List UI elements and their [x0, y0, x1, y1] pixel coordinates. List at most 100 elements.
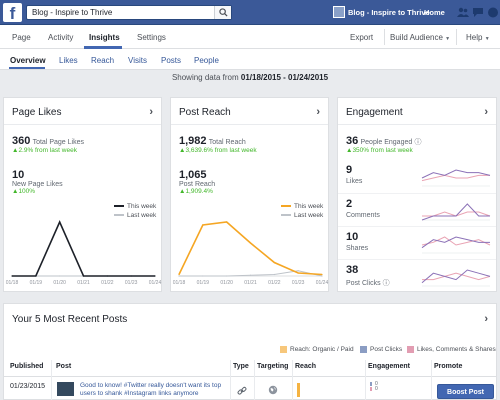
column-divider — [365, 360, 366, 400]
legend-reach: Reach: Organic / Paid — [280, 346, 354, 353]
engagement-row-comments[interactable]: 2 Comments — [338, 193, 496, 226]
sparkline-b — [421, 174, 490, 182]
likes-comments-shares-count: 0 — [375, 386, 378, 392]
engagement-values: 0 0 — [375, 382, 378, 392]
subtab-likes[interactable]: Likes — [59, 56, 78, 65]
header-published[interactable]: Published — [10, 363, 43, 370]
messages-icon[interactable] — [472, 7, 484, 18]
column-divider — [230, 360, 231, 400]
likes-comments-shares-bar — [370, 387, 372, 391]
x-tick-label: 01/24 — [316, 280, 329, 286]
legend-label: Reach: Organic / Paid — [290, 346, 354, 354]
column-divider — [51, 360, 52, 400]
legend-post-clicks: Post Clicks — [360, 346, 402, 353]
engagement-row-shares[interactable]: 10 Shares — [338, 226, 496, 259]
post-text-link[interactable]: Good to know! #Twitter really doesn't wa… — [80, 382, 230, 399]
nav-divider — [456, 29, 457, 45]
search-input[interactable]: Blog - Inspire to Thrive — [26, 5, 232, 20]
subtab-posts[interactable]: Posts — [161, 56, 181, 65]
subtab-reach[interactable]: Reach — [91, 56, 114, 65]
insights-subnav: Overview Likes Reach Visits Posts People — [0, 49, 500, 70]
x-tick-label: 01/18 — [173, 280, 186, 286]
chevron-right-icon[interactable]: › — [484, 313, 488, 325]
data-point — [154, 275, 156, 277]
data-point — [249, 242, 252, 244]
search-icon — [219, 8, 228, 17]
tab-settings[interactable]: Settings — [137, 33, 166, 42]
data-point — [130, 275, 132, 277]
recent-posts-panel: Your 5 Most Recent Posts › Reach: Organi… — [3, 303, 497, 400]
info-icon[interactable]: ⓘ — [415, 139, 422, 146]
sparkline-a — [421, 169, 491, 179]
tab-insights[interactable]: Insights — [89, 33, 120, 42]
boost-post-button[interactable]: Boost Post — [437, 384, 494, 399]
build-audience-menu[interactable]: Build Audience ▼ — [390, 33, 450, 42]
friend-requests-icon[interactable] — [457, 7, 469, 18]
page-avatar[interactable] — [333, 6, 345, 18]
data-point — [202, 224, 204, 226]
export-button[interactable]: Export — [350, 33, 373, 42]
x-tick-label: 01/21 — [77, 280, 90, 286]
data-point — [321, 273, 323, 276]
post-reach-chart: 01/18 01/19 01/20 01/21 01/22 01/23 01/24 — [173, 221, 329, 286]
column-divider — [431, 360, 432, 400]
legend-swatch — [360, 346, 367, 353]
column-divider — [292, 360, 293, 400]
post-thumbnail[interactable] — [57, 382, 74, 396]
page-likes-chart: 01/18 01/19 01/20 01/21 01/22 01/23 01/24 — [6, 220, 162, 286]
engagement-row-post-clicks[interactable]: 38 Post Clicks ⓘ — [338, 259, 496, 292]
comments-label: Comments — [346, 212, 380, 219]
sparkline-a — [421, 269, 491, 284]
x-tick-label: 01/20 — [53, 280, 66, 286]
chevron-right-icon[interactable]: › — [484, 106, 488, 118]
x-tick-label: 01/21 — [244, 280, 257, 286]
data-point — [202, 275, 204, 277]
legend-swatch — [407, 346, 414, 353]
help-menu[interactable]: Help ▼ — [466, 33, 490, 42]
shares-sparkline — [421, 236, 491, 254]
subtab-visits[interactable]: Visits — [128, 56, 147, 65]
subtab-people[interactable]: People — [194, 56, 219, 65]
likes-sparkline — [421, 169, 491, 187]
post-clicks-bar — [370, 382, 372, 386]
engagement-card: Engagement › 36 People Engaged ⓘ ▲350% f… — [337, 97, 497, 292]
active-subtab-indicator — [9, 67, 45, 69]
series-line-0 — [12, 220, 155, 277]
notifications-icon[interactable] — [487, 7, 499, 18]
series-line-0 — [178, 221, 323, 276]
header-type: Type — [233, 363, 249, 370]
engagement-rows: 9 Likes 2 Comments 10 Shares 38 Post Cli… — [338, 160, 496, 292]
x-tick-label: 01/20 — [220, 280, 233, 286]
likes-label: Likes — [346, 178, 363, 185]
engagement-row-likes[interactable]: 9 Likes — [338, 160, 496, 193]
top-bar: f Blog - Inspire to Thrive Blog - Inspir… — [0, 0, 500, 25]
top-page-name[interactable]: Blog - Inspire to Thrive — [348, 8, 430, 17]
search-button[interactable] — [214, 6, 231, 19]
date-range: Showing data from 01/18/2015 - 01/24/201… — [0, 71, 500, 85]
date-range-prefix: Showing data from — [171, 73, 239, 82]
engagement-bars — [370, 382, 372, 392]
post-clicks-value: 38 — [346, 264, 359, 276]
build-audience-label: Build Audience — [390, 33, 443, 42]
home-link[interactable]: Home — [424, 8, 445, 17]
page-nav: Page Activity Insights Settings Export B… — [0, 25, 500, 49]
engagement-header[interactable]: Engagement › — [338, 98, 496, 125]
post-clicks-row-label: Post Clicks ⓘ — [346, 278, 390, 288]
data-point — [106, 275, 108, 277]
help-label: Help — [466, 33, 483, 42]
legend-likes-comments-shares: Likes, Comments & Shares — [407, 346, 496, 353]
x-tick-label: 01/19 — [30, 280, 43, 286]
data-point — [273, 273, 275, 276]
data-point — [226, 221, 228, 223]
subtab-overview[interactable]: Overview — [10, 56, 46, 65]
x-tick-label: 01/24 — [149, 280, 162, 286]
search-value: Blog - Inspire to Thrive — [32, 8, 113, 17]
facebook-logo-icon[interactable]: f — [3, 3, 22, 22]
post-date: 01/23/2015 — [10, 383, 46, 390]
tab-activity[interactable]: Activity — [48, 33, 73, 42]
link-icon — [237, 386, 247, 395]
header-targeting: Targeting — [257, 363, 289, 370]
header-post: Post — [56, 363, 72, 370]
tab-page[interactable]: Page — [12, 33, 31, 42]
info-icon[interactable]: ⓘ — [383, 280, 390, 287]
